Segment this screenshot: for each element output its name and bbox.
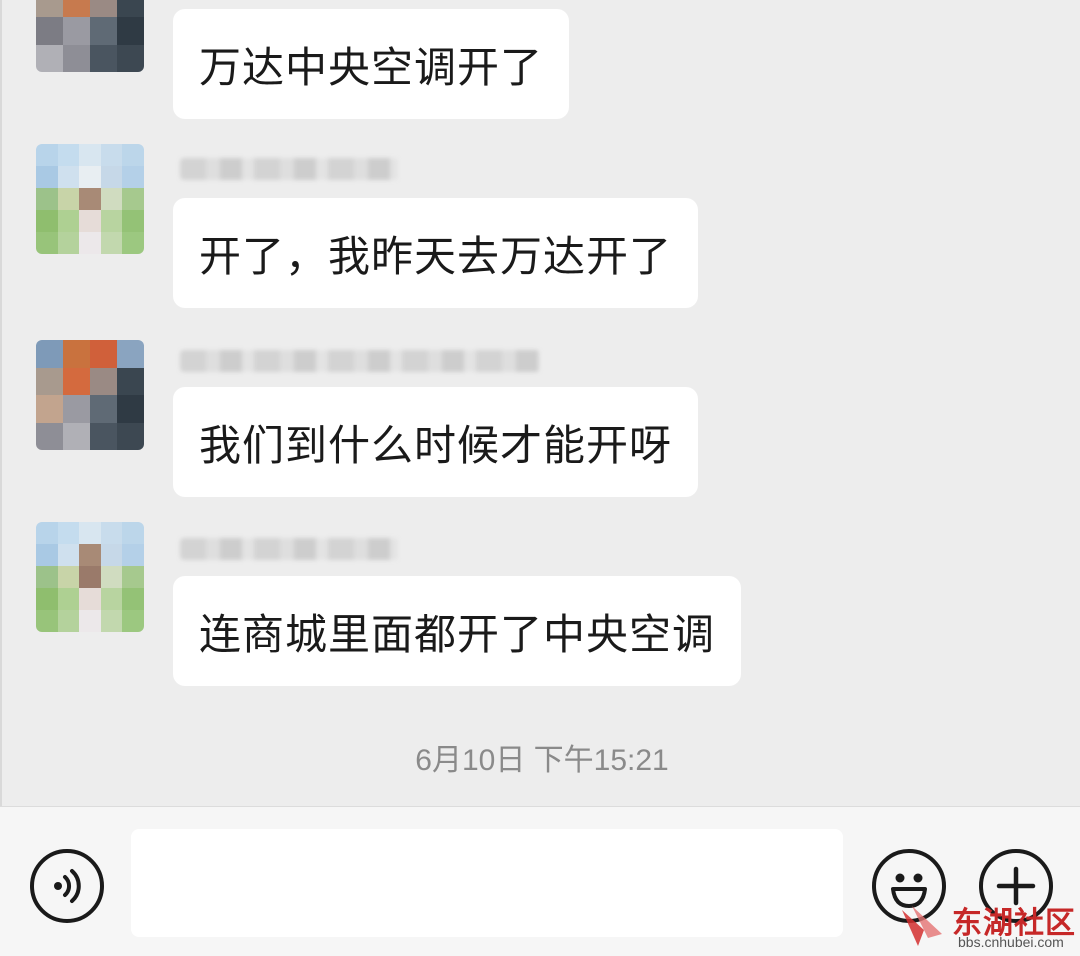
message-text: 万达中央空调开了: [199, 42, 544, 92]
chat-message-area[interactable]: 万达中央空调开了 开了，我昨天去万达开了 我们到什么时候才能开呀 连商城里面都开…: [0, 0, 1080, 806]
sender-avatar[interactable]: [36, 144, 144, 254]
watermark-logo-icon: [902, 906, 942, 946]
sender-avatar[interactable]: [36, 522, 144, 632]
message-bubble[interactable]: 开了，我昨天去万达开了: [173, 198, 699, 308]
voice-icon: [54, 869, 81, 903]
message-text: 开了，我昨天去万达开了: [199, 231, 673, 281]
sender-name-blurred: [180, 538, 398, 560]
sender-avatar[interactable]: [36, 340, 144, 450]
sender-name-blurred: [180, 350, 540, 372]
message-input[interactable]: [131, 829, 843, 937]
site-watermark: 东湖社区 bbs.cnhubei.com: [898, 896, 1078, 954]
watermark-url: bbs.cnhubei.com: [958, 934, 1064, 950]
sender-avatar[interactable]: [36, 0, 144, 72]
message-bubble[interactable]: 万达中央空调开了: [173, 9, 570, 119]
message-timestamp: 6月10日 下午15:21: [415, 744, 669, 777]
message-bubble[interactable]: 连商城里面都开了中央空调: [173, 576, 742, 686]
voice-button[interactable]: [30, 849, 104, 923]
message-text: 我们到什么时候才能开呀: [199, 420, 673, 470]
sender-name-blurred: [180, 158, 398, 180]
message-text: 连商城里面都开了中央空调: [199, 609, 716, 659]
message-bubble[interactable]: 我们到什么时候才能开呀: [173, 387, 699, 497]
